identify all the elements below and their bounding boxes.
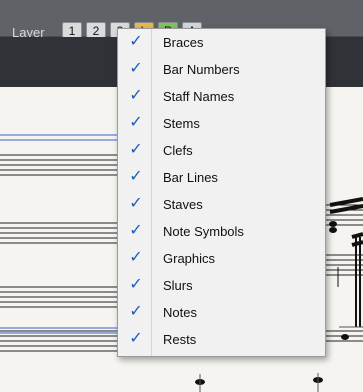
menu-item-label: Staves <box>163 197 203 212</box>
menu-item-note-symbols[interactable]: ✓ Note Symbols <box>119 219 324 245</box>
menu-item-stems[interactable]: ✓ Stems <box>119 111 324 137</box>
checkmark-icon: ✓ <box>129 222 143 239</box>
layer-button-1[interactable]: 1 <box>62 22 82 38</box>
menu-item-label: Staff Names <box>163 89 235 104</box>
menu-item-staves[interactable]: ✓ Staves <box>119 192 324 218</box>
checkmark-icon: ✓ <box>129 276 143 293</box>
menu-item-label: Slurs <box>163 278 193 293</box>
menu-item-label: Note Symbols <box>163 224 244 239</box>
menu-item-label: Bar Numbers <box>163 62 240 77</box>
menu-item-label: Braces <box>163 35 204 50</box>
menu-item-label: Notes <box>163 305 197 320</box>
menu-item-rests[interactable]: ✓ Rests <box>119 327 324 353</box>
menu-item-staff-names[interactable]: ✓ Staff Names <box>119 84 324 110</box>
checkmark-icon: ✓ <box>129 60 143 77</box>
checkmark-icon: ✓ <box>129 87 143 104</box>
checkmark-icon: ✓ <box>129 168 143 185</box>
checkmark-icon: ✓ <box>129 33 143 50</box>
checkmark-icon: ✓ <box>129 249 143 266</box>
checkmark-icon: ✓ <box>129 330 143 347</box>
layer-visibility-menu: ✓ Braces ✓ Bar Numbers ✓ Staff Names ✓ S… <box>117 28 326 357</box>
menu-item-notes[interactable]: ✓ Notes <box>119 300 324 326</box>
menu-item-slurs[interactable]: ✓ Slurs <box>119 273 324 299</box>
menu-item-bar-numbers[interactable]: ✓ Bar Numbers <box>119 57 324 83</box>
menu-item-label: Graphics <box>163 251 216 266</box>
menu-item-label: Stems <box>163 116 200 131</box>
menu-item-graphics[interactable]: ✓ Graphics <box>119 246 324 272</box>
checkmark-icon: ✓ <box>129 114 143 131</box>
menu-item-label: Bar Lines <box>163 170 218 185</box>
menu-item-label: Clefs <box>163 143 193 158</box>
menu-item-bar-lines[interactable]: ✓ Bar Lines <box>119 165 324 191</box>
checkmark-icon: ✓ <box>129 141 143 158</box>
layer-button-2[interactable]: 2 <box>86 22 106 38</box>
checkmark-icon: ✓ <box>129 195 143 212</box>
menu-item-clefs[interactable]: ✓ Clefs <box>119 138 324 164</box>
menu-item-braces[interactable]: ✓ Braces <box>119 30 324 56</box>
menu-item-label: Rests <box>163 332 197 347</box>
checkmark-icon: ✓ <box>129 303 143 320</box>
